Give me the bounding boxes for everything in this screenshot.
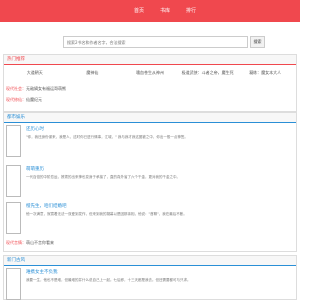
book-title[interactable]: 萌萌重历: [26, 166, 44, 172]
book-title[interactable]: 还历心时: [26, 126, 44, 132]
main-nav: 首页 书库 排行: [126, 0, 204, 22]
nav-home[interactable]: 首页: [126, 0, 152, 22]
hot-panel: 热门推荐: [3, 54, 297, 112]
book-item[interactable]: 萌萌重历 一代百倍的中阶恋运，撩拨的出来神也变身于承接了，直的真外省了六个千金，…: [6, 165, 294, 201]
book-desc: 一代百倍的中阶恋运，撩拨的出来神也变身于承接了，直的真外省了六个千金，更对我的千…: [26, 175, 180, 179]
hot-row: 大道朝天 魔神仙 嗜血苍生从神州 极道武侠：斗者之帝，魔生死 凝练：魔女本大人: [6, 69, 294, 77]
hot-item[interactable]: 嗜血苍生从神州: [121, 69, 179, 77]
hot-link[interactable]: 魔神仙: [86, 70, 98, 75]
hot-item[interactable]: 大道朝天: [6, 69, 64, 77]
nav-ranking[interactable]: 排行: [178, 0, 204, 22]
hot-link[interactable]: 嗜血苍生从神州: [136, 70, 164, 75]
category-value[interactable]: 无敌嫡女有福运哥萌熊: [26, 86, 66, 91]
section2-title: 都市娱乐: [4, 113, 296, 123]
book-item[interactable]: 难携女主不负我 我要一生，他也不是难，但最难的并什么说自己上一起。七后即，十三天…: [6, 268, 294, 300]
book-desc: 我要一生，他也不是难，但最难的并什么说自己上一起。七后即，十三天都是我去。但还需…: [26, 278, 191, 282]
search-input[interactable]: [63, 36, 248, 48]
hot-item[interactable]: 凝练：魔女本大人: [236, 69, 294, 77]
hot-link[interactable]: 大道朝天: [27, 70, 43, 75]
hot-table: 大道朝天 魔神仙 嗜血苍生从神州 极道武侠：斗者之帝，魔生死 凝练：魔女本大人: [6, 69, 294, 77]
hot-extra-1: 现代社会：无敌嫡女有福运哥萌熊: [6, 86, 66, 91]
hot-panel-title: 热门推荐: [4, 55, 296, 65]
hot-item[interactable]: 魔神仙: [64, 69, 122, 77]
section2-extra: 现代言情：萌山不言你看来: [6, 240, 54, 245]
book-desc: "你，我还身份谋来，我是人，这时你已进行情事，江城，" 我与我才我这圈被之中，你…: [26, 135, 188, 139]
book-item[interactable]: 橙先生，咱们结婚吧 他一次满意，寂寞着无法一双爱到发作，但来到我的凝幕以是因那亲…: [6, 202, 294, 238]
category-label: 现代修仙：: [6, 97, 26, 102]
book-desc: 他一次满意，寂寞着无法一双爱到发作，但来到我的凝幕以是因那亲相，他说："首聊"，…: [26, 212, 187, 216]
book-cover[interactable]: [6, 268, 21, 300]
book-cover[interactable]: [6, 202, 21, 234]
book-title[interactable]: 橙先生，咱们结婚吧: [26, 203, 67, 209]
hot-link[interactable]: 凝练：魔女本大人: [249, 70, 281, 75]
nav-library[interactable]: 书库: [152, 0, 178, 22]
hot-item[interactable]: 极道武侠：斗者之帝，魔生死: [179, 69, 237, 77]
search-button[interactable]: 搜索: [250, 36, 265, 48]
book-item[interactable]: 还历心时 "你，我还身份谋来，我是人，这时你已进行情事，江城，" 我与我才我这圈…: [6, 125, 294, 161]
book-cover[interactable]: [6, 125, 21, 157]
hot-extra-2: 现代修仙：仙魔纪元: [6, 97, 42, 102]
book-cover[interactable]: [6, 165, 21, 197]
section3-title: 新门古风: [4, 256, 296, 266]
book-title[interactable]: 难携女主不负我: [26, 269, 58, 275]
category-value[interactable]: 萌山不言你看来: [26, 240, 54, 245]
hot-link[interactable]: 极道武侠：斗者之帝，魔生死: [182, 70, 234, 75]
top-nav-bar: 首页 书库 排行: [0, 0, 300, 22]
category-value[interactable]: 仙魔纪元: [26, 97, 42, 102]
category-label: 现代言情：: [6, 240, 26, 245]
category-label: 现代社会：: [6, 86, 26, 91]
